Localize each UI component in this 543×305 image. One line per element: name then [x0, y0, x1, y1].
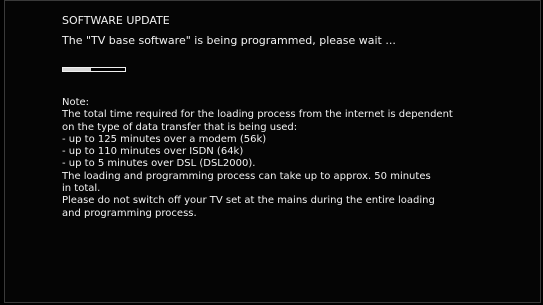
- software-update-panel: SOFTWARE UPDATE The "TV base software" i…: [4, 0, 541, 303]
- note-line: - up to 110 minutes over ISDN (64k): [62, 146, 244, 158]
- status-message: The "TV base software" is being programm…: [62, 34, 396, 47]
- note-line: Please do not switch off your TV set at …: [62, 195, 435, 207]
- note-line: The loading and programming process can …: [62, 170, 431, 182]
- note-line: in total.: [62, 183, 101, 195]
- note-heading: Note:: [62, 97, 90, 108]
- note-line: - up to 5 minutes over DSL (DSL2000).: [62, 158, 256, 170]
- note-line: - up to 125 minutes over a modem (56k): [62, 133, 267, 145]
- note-line: The total time required for the loading …: [62, 109, 453, 121]
- progress-bar-fill: [63, 68, 91, 71]
- tv-screen: SOFTWARE UPDATE The "TV base software" i…: [0, 0, 543, 305]
- note-line: on the type of data transfer that is bei…: [62, 121, 298, 133]
- note-line: and programming process.: [62, 207, 197, 219]
- progress-bar: [62, 67, 126, 72]
- page-title: SOFTWARE UPDATE: [62, 14, 170, 27]
- note-section: Note: The total time required for the lo…: [62, 97, 542, 220]
